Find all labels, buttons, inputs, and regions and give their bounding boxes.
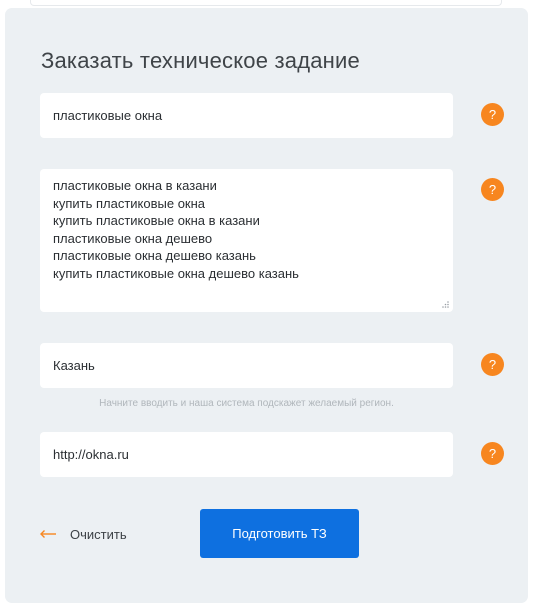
site-url-value: http://okna.ru [53, 447, 129, 462]
keyword-value: пластиковые окна [53, 108, 163, 123]
phrases-textarea[interactable]: пластиковые окна в казани купить пластик… [40, 169, 453, 312]
phrase-line: купить пластиковые окна дешево казань [53, 265, 299, 281]
phrases-help-icon[interactable]: ? [481, 178, 504, 201]
clear-button[interactable]: Очистить [39, 524, 127, 544]
form-title: Заказать техническое задание [41, 48, 360, 73]
phrase-line: пластиковые окна в казани [53, 178, 217, 193]
phrase-line: пластиковые окна дешево казань [53, 248, 256, 263]
top-card-edge [30, 0, 502, 6]
region-help-icon[interactable]: ? [481, 353, 504, 376]
order-form-panel: Заказать техническое задание пластиковые… [5, 8, 528, 603]
region-hint: Начните вводить и наша система подскажет… [99, 398, 394, 409]
phrase-line: купить пластиковые окна [53, 195, 206, 211]
prepare-spec-button[interactable]: Подготовить ТЗ [200, 509, 359, 558]
keyword-help-icon[interactable]: ? [481, 103, 504, 126]
region-input[interactable]: Казань [40, 343, 453, 388]
keyword-input[interactable]: пластиковые окна [40, 93, 453, 138]
resize-grip-icon[interactable] [441, 300, 449, 308]
site-url-input[interactable]: http://okna.ru [40, 432, 453, 477]
site-help-icon[interactable]: ? [481, 442, 504, 465]
region-value: Казань [53, 358, 95, 373]
clear-label: Очистить [70, 526, 127, 542]
phrase-line: пластиковые окна дешево [53, 230, 213, 246]
arrow-left-icon [40, 530, 56, 538]
phrase-line: купить пластиковые окна в казани [53, 213, 260, 228]
